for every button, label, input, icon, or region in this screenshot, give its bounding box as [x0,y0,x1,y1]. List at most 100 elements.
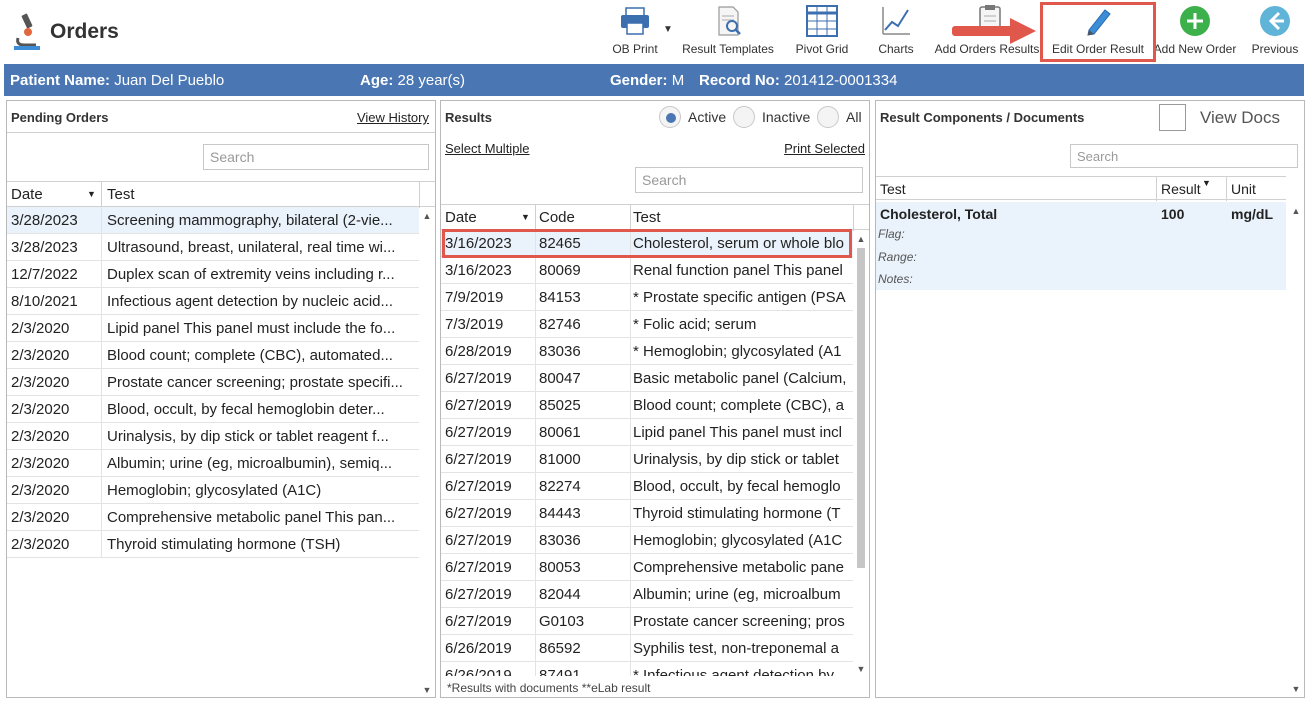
add-new-order-button[interactable]: Add New Order [1152,4,1238,60]
col-code[interactable]: Code [539,209,575,226]
components-scrollbar[interactable]: ▲ ▼ [1289,202,1303,696]
table-row[interactable]: 7/3/2019 82746 * Folic acid; serum [441,311,853,338]
table-row[interactable]: 6/27/2019 80061 Lipid panel This panel mus… [441,419,853,446]
row-test: Albumin; urine (eg, microalbum [633,586,841,603]
ob-print-button[interactable]: OB Print [604,4,666,60]
table-row[interactable]: 6/27/2019 83036 Hemoglobin; glycosylated (… [441,527,853,554]
row-code: 82274 [539,478,581,495]
patient-info-bar: Patient Name: Juan Del Pueblo Age: 28 ye… [4,64,1304,96]
row-date: 6/26/2019 [445,667,512,676]
table-row[interactable]: 3/28/2023 Screening mammography, bilatera… [7,207,419,234]
row-test: Infectious agent detection by nucleic ac… [107,293,394,310]
table-row[interactable]: 6/27/2019 G0103 Prostate cancer screening;… [441,608,853,635]
results-rows: 3/16/2023 82465 Cholesterol, serum or whol… [441,230,853,676]
table-row[interactable]: 2/3/2020 Blood, occult, by fecal hemoglob… [7,396,419,423]
arrow-left-circle-icon [1260,6,1290,36]
table-row[interactable]: 3/16/2023 80069 Renal function panel This … [441,257,853,284]
radio-all-label: All [846,109,862,125]
chevron-down-icon[interactable]: ▼ [662,24,674,35]
table-row[interactable]: 2/3/2020 Hemoglobin; glycosylated (A1C) [7,477,419,504]
table-row[interactable]: 6/27/2019 85025 Blood count; complete (CBC… [441,392,853,419]
filter-icon[interactable]: ▼ [1202,178,1211,188]
row-test: Syphilis test, non-treponemal a [633,640,839,657]
components-header: Result Components / Documents View Docs [876,101,1304,133]
col-date[interactable]: Date [445,209,477,226]
app-header: Orders OB Print ▼ Result Templates Pivot… [0,0,1308,62]
scroll-thumb[interactable] [857,248,865,568]
result-templates-button[interactable]: Result Templates [682,4,774,60]
table-row[interactable]: 2/3/2020 Comprehensive metabolic panel Th… [7,504,419,531]
results-title: Results [445,110,492,125]
view-docs-checkbox[interactable] [1159,104,1186,131]
table-row[interactable]: 6/27/2019 82274 Blood, occult, by fecal he… [441,473,853,500]
col-date[interactable]: Date [11,186,43,203]
pivot-grid-button[interactable]: Pivot Grid [792,4,852,60]
charts-button[interactable]: Charts [872,4,920,60]
results-scrollbar[interactable]: ▲ ▼ [854,230,868,676]
table-row[interactable]: 2/3/2020 Lipid panel This panel must incl… [7,315,419,342]
row-test: Screening mammography, bilateral (2-vie.… [107,212,393,229]
grid-icon [806,5,838,37]
row-date: 3/28/2023 [11,212,78,229]
col-test[interactable]: Test [880,181,906,197]
row-test: Comprehensive metabolic pane [633,559,844,576]
scroll-up-icon[interactable]: ▲ [422,211,432,221]
table-row[interactable]: 7/9/2019 84153 * Prostate specific antigen… [441,284,853,311]
col-test[interactable]: Test [633,209,661,226]
select-multiple-link[interactable]: Select Multiple [445,141,530,156]
flag-label: Flag: [878,227,905,241]
pending-scrollbar[interactable]: ▲ ▼ [420,207,434,697]
table-row[interactable]: 6/28/2019 83036 * Hemoglobin; glycosylated… [441,338,853,365]
table-row[interactable]: 2/3/2020 Prostate cancer screening; prost… [7,369,419,396]
radio-inactive[interactable] [733,106,755,128]
col-result[interactable]: Result [1161,181,1201,197]
table-row[interactable]: 2/3/2020 Blood count; complete (CBC), aut… [7,342,419,369]
radio-all[interactable] [817,106,839,128]
table-row[interactable]: 6/27/2019 80047 Basic metabolic panel (Cal… [441,365,853,392]
scroll-up-icon[interactable]: ▲ [1291,206,1301,216]
edit-order-result-highlight [1040,2,1156,62]
scroll-up-icon[interactable]: ▲ [856,234,866,244]
scroll-down-icon[interactable]: ▼ [1291,684,1301,694]
row-date: 7/3/2019 [445,316,504,333]
pending-search-input[interactable]: Search [203,144,429,170]
row-date: 2/3/2020 [11,509,70,526]
sort-down-icon[interactable]: ▼ [87,189,96,199]
sort-down-icon[interactable]: ▼ [521,212,530,222]
previous-button[interactable]: Previous [1248,4,1302,60]
row-code: 82746 [539,316,581,333]
scroll-down-icon[interactable]: ▼ [422,685,432,695]
col-test[interactable]: Test [107,186,135,203]
record-number: 201412-0001334 [784,72,898,89]
row-test: Duplex scan of extremity veins including… [107,266,395,283]
components-grid-header: Test Result ▼ Unit [876,176,1286,201]
col-unit[interactable]: Unit [1231,181,1256,197]
results-search-input[interactable]: Search [635,167,863,193]
row-date: 6/28/2019 [445,343,512,360]
charts-label: Charts [878,42,914,56]
table-row[interactable]: 12/7/2022 Duplex scan of extremity veins … [7,261,419,288]
table-row[interactable]: 2/3/2020 Urinalysis, by dip stick or tabl… [7,423,419,450]
radio-active[interactable] [659,106,681,128]
view-docs-label: View Docs [1200,108,1280,127]
table-row[interactable]: 6/27/2019 84443 Thyroid stimulating hormon… [441,500,853,527]
table-row[interactable]: 3/28/2023 Ultrasound, breast, unilateral,… [7,234,419,261]
table-row[interactable]: 6/27/2019 81000 Urinalysis, by dip stick o… [441,446,853,473]
selected-result-highlight [442,229,852,258]
table-row[interactable]: 6/27/2019 82044 Albumin; urine (eg, microa… [441,581,853,608]
patient-age: 28 year(s) [397,72,466,89]
scroll-down-icon[interactable]: ▼ [856,664,866,674]
view-history-link[interactable]: View History [357,110,429,125]
table-row[interactable]: 2/3/2020 Thyroid stimulating hormone (TSH… [7,531,419,558]
table-row[interactable]: 2/3/2020 Albumin; urine (eg, microalbumin… [7,450,419,477]
print-selected-link[interactable]: Print Selected [784,141,865,156]
components-search-input[interactable]: Search [1070,144,1298,168]
table-row[interactable]: 6/27/2019 80053 Comprehensive metabolic pa… [441,554,853,581]
component-row[interactable]: Cholesterol, Total 100 mg/dL Flag: Range… [876,202,1286,290]
row-code: 85025 [539,397,581,414]
table-row[interactable]: 6/26/2019 86592 Syphilis test, non-trepone… [441,635,853,662]
table-row[interactable]: 6/26/2019 87491 * Infectious agent detecti… [441,662,853,676]
row-test: Albumin; urine (eg, microalbumin), semiq… [107,455,393,472]
table-row[interactable]: 8/10/2021 Infectious agent detection by n… [7,288,419,315]
range-label: Range: [878,250,917,264]
